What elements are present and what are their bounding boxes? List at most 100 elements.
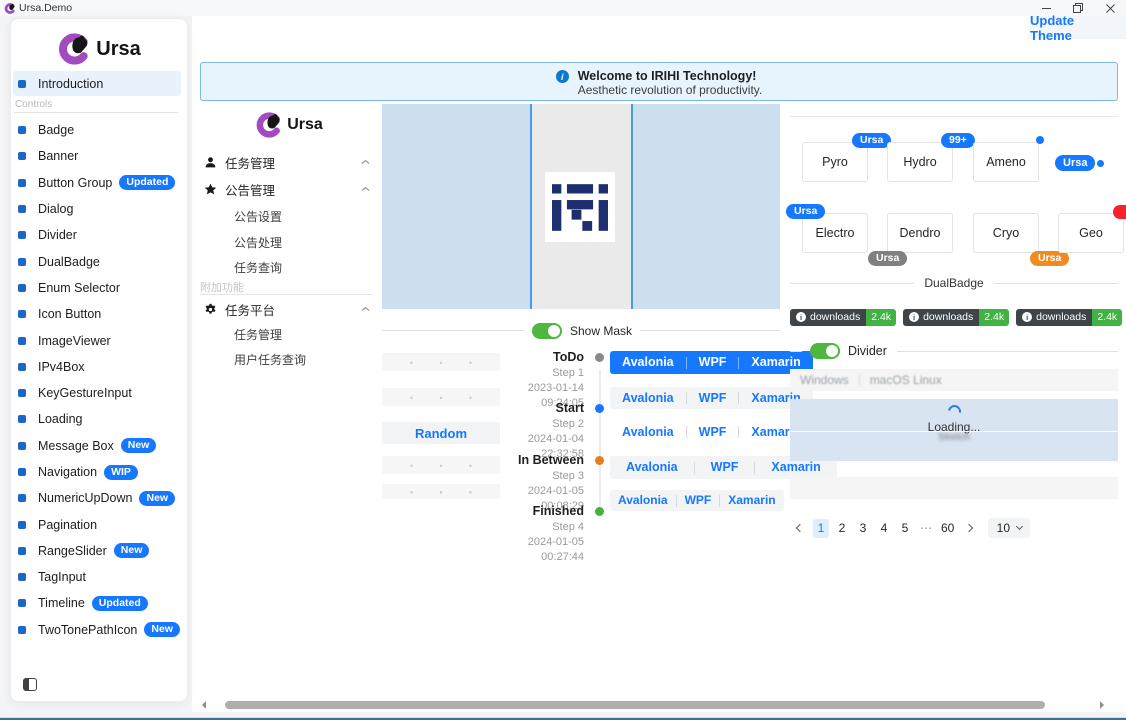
timeline-item-step: Step 3 — [494, 469, 584, 484]
control-bullet-icon — [18, 363, 26, 371]
sidebar-item[interactable]: Divider — [13, 222, 182, 248]
horizontal-scrollbar-thumb[interactable] — [225, 701, 1045, 709]
timeline-item: ToDo Step 1 2023-01-14 09:24:05 — [494, 350, 606, 401]
sidebar-item[interactable]: Banner — [13, 143, 182, 169]
badge-card-electro: Electro — [802, 213, 868, 253]
pagination-page-1[interactable]: 1 — [813, 519, 829, 538]
nav-subitem-task-management[interactable]: 任务管理 — [196, 323, 382, 345]
sidebar-item-label: RangeSlider — [38, 544, 107, 558]
sidebar-item[interactable]: TagInput — [13, 564, 182, 590]
sidebar-item-badge: New — [121, 438, 157, 453]
button-avalonia[interactable]: Avalonia — [610, 490, 676, 511]
sidebar-item[interactable]: ImageViewer — [13, 327, 182, 353]
sidebar-item[interactable]: Pagination — [13, 511, 182, 537]
sidebar-item-badge: New — [139, 491, 175, 506]
divider-toggle-label: Divider — [848, 344, 887, 358]
star-icon — [204, 183, 218, 196]
button-wpf[interactable]: WPF — [687, 387, 739, 410]
sidebar-item[interactable]: Enum Selector — [13, 275, 182, 301]
window-title: Ursa.Demo — [19, 2, 72, 14]
sidebar-item-label: Icon Button — [38, 307, 101, 321]
control-bullet-icon — [18, 494, 26, 502]
nav-item-announcement-management[interactable]: 公告管理 — [196, 177, 382, 201]
sidebar-item-label: IPv4Box — [38, 360, 85, 374]
timeline-item-title: Start — [494, 401, 584, 415]
pagination-page-5[interactable]: 5 — [897, 519, 913, 538]
nav-item-task-platform[interactable]: 任务平台 — [196, 297, 382, 321]
show-mask-row: Show Mask — [382, 322, 780, 339]
dual-badge: idownloads 2.4k — [903, 309, 1009, 326]
badge-99plus: 99+ — [941, 133, 975, 148]
sidebar-item-label: Divider — [38, 228, 77, 242]
chevron-up-icon — [361, 159, 370, 165]
scrollbar-right-arrow[interactable] — [1100, 701, 1104, 709]
timeline-item-step: Step 2 — [494, 417, 584, 432]
sidebar-item[interactable]: Timeline Updated — [13, 590, 182, 616]
sidebar-item-badge: Updated — [119, 175, 175, 190]
dual-badge: idownloads 2.4k — [1016, 309, 1122, 326]
button-wpf[interactable]: WPF — [695, 456, 755, 479]
pagination-page-3[interactable]: 3 — [855, 519, 871, 538]
button-avalonia[interactable]: Avalonia — [610, 351, 686, 374]
sidebar-item[interactable]: Message Box New — [13, 433, 182, 459]
sidebar-logo-text: Ursa — [96, 38, 140, 61]
timeline-item-time: 2024-01-05 00:27:44 — [494, 535, 584, 565]
button-avalonia[interactable]: Avalonia — [610, 456, 694, 479]
page-size-select[interactable]: 10 — [988, 518, 1030, 538]
sidebar-item[interactable]: Button Group Updated — [13, 170, 182, 196]
skeleton-bar — [382, 353, 500, 371]
pagination-ellipsis[interactable]: ⋯ — [918, 519, 934, 538]
sidebar-item-label: Timeline — [38, 596, 85, 610]
control-bullet-icon — [18, 231, 26, 239]
sidebar-item[interactable]: NumericUpDown New — [13, 485, 182, 511]
update-theme-button[interactable]: Update Theme — [1030, 16, 1126, 39]
sidebar-item[interactable]: RangeSlider New — [13, 538, 182, 564]
button-xamarin[interactable]: Xamarin — [720, 490, 783, 511]
badge-card-geo: Geo — [1058, 213, 1124, 253]
sidebar-item[interactable]: Loading — [13, 406, 182, 432]
skeleton-bar — [382, 456, 500, 474]
button-avalonia[interactable]: Avalonia — [610, 421, 686, 444]
pagination-page-2[interactable]: 2 — [834, 519, 850, 538]
scrollbar-left-arrow[interactable] — [202, 701, 206, 709]
nav-subitem-announcement-process[interactable]: 公告处理 — [196, 231, 382, 253]
sidebar-item-label: TwoTonePathIcon — [38, 623, 137, 637]
pagination-prev-button[interactable] — [792, 519, 808, 538]
nav-subitem-user-task-query[interactable]: 用户任务查询 — [196, 348, 382, 370]
sidebar-item[interactable]: Icon Button — [13, 301, 182, 327]
nav-subitem-task-query[interactable]: 任务查询 — [196, 256, 382, 278]
pagination-page-4[interactable]: 4 — [876, 519, 892, 538]
button-wpf[interactable]: WPF — [687, 421, 739, 444]
badge-dot — [1036, 136, 1044, 144]
badge-card-hydro: Hydro — [887, 142, 953, 182]
show-mask-label: Show Mask — [570, 324, 632, 338]
control-bullet-icon — [18, 310, 26, 318]
nav-logo: Ursa — [196, 112, 382, 138]
viewed-image-irihi-logo — [545, 172, 615, 242]
sidebar-item[interactable]: Dialog — [13, 196, 182, 222]
badge-ursa: Ursa — [852, 133, 891, 148]
button-avalonia[interactable]: Avalonia — [610, 387, 686, 410]
random-button[interactable]: Random — [382, 422, 500, 444]
button-group-borderless: Avalonia WPF Xamarin — [610, 421, 813, 443]
image-viewer[interactable] — [382, 104, 780, 309]
nav-subitem-announcement-settings[interactable]: 公告设置 — [196, 205, 382, 227]
sidebar-item[interactable]: IPv4Box — [13, 354, 182, 380]
sidebar-item[interactable]: KeyGestureInput — [13, 380, 182, 406]
sidebar-item[interactable]: DualBadge — [13, 248, 182, 274]
divider-line — [640, 330, 780, 331]
sidebar-item[interactable]: Badge — [13, 117, 182, 143]
sidebar-item-label: Enum Selector — [38, 281, 120, 295]
sidebar-item-introduction[interactable]: Introduction — [13, 71, 181, 96]
sidebar-item[interactable]: Navigation WIP — [13, 459, 182, 485]
pagination-next-button[interactable] — [961, 519, 977, 538]
dualbadge-divider-label: DualBadge — [924, 276, 983, 290]
collapse-sidebar-icon[interactable] — [23, 678, 37, 691]
divider-toggle[interactable] — [810, 343, 840, 359]
button-wpf[interactable]: WPF — [687, 351, 739, 374]
show-mask-toggle[interactable] — [532, 323, 562, 339]
pagination-page-60[interactable]: 60 — [939, 519, 956, 538]
button-wpf[interactable]: WPF — [677, 490, 720, 511]
sidebar-item[interactable]: TwoTonePathIcon New — [13, 617, 182, 643]
nav-item-task-management[interactable]: 任务管理 — [196, 150, 382, 174]
